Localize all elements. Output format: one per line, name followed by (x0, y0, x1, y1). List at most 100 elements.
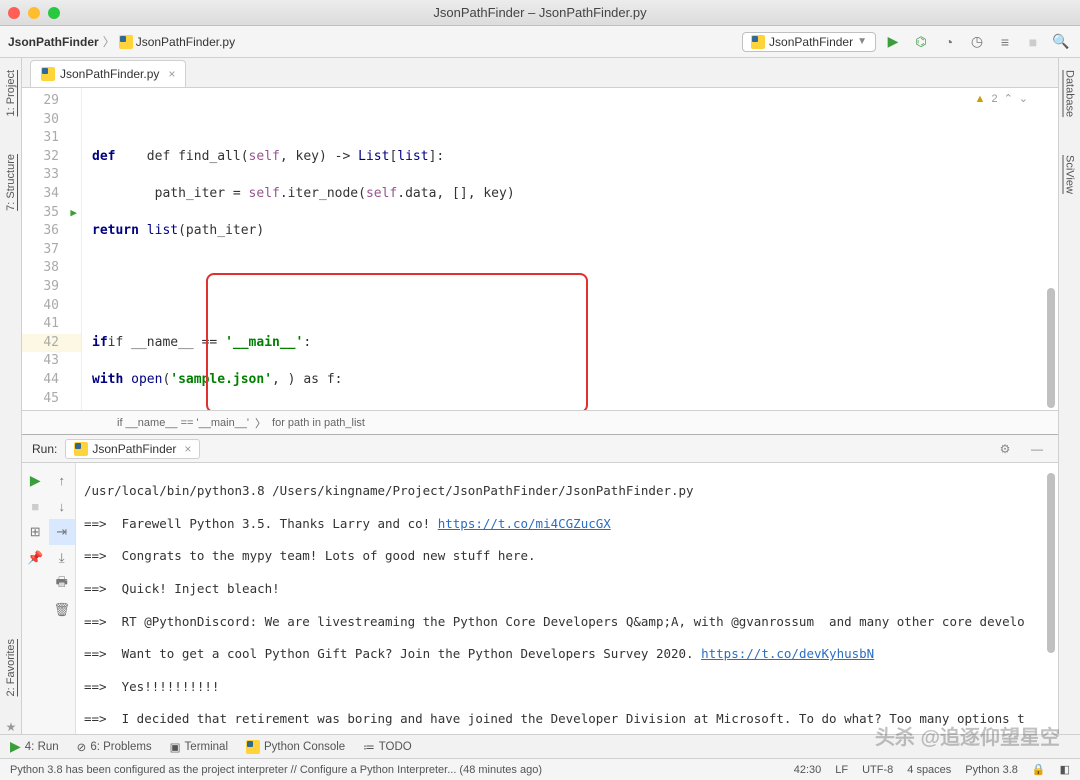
indent-setting[interactable]: 4 spaces (907, 764, 951, 776)
code-line: return list(path_iter) (92, 222, 1058, 241)
print-button[interactable]: 🖶 (49, 571, 76, 597)
status-bar: Python 3.8 has been configured as the pr… (0, 758, 1080, 780)
run-tool-window: Run: JsonPathFinder × ⚙ — ▶ (22, 434, 1058, 734)
maximize-icon[interactable] (48, 7, 60, 19)
up-button[interactable]: ↑ (49, 467, 76, 493)
rerun-button[interactable]: ▶ (22, 467, 49, 493)
search-button[interactable]: 🔍 (1050, 31, 1072, 53)
scroll-end-button[interactable]: ⤓ (49, 545, 76, 571)
code-line (92, 111, 1058, 130)
editor-bc-scope[interactable]: for path in path_list (272, 417, 365, 429)
cursor-position[interactable]: 42:30 (794, 764, 822, 776)
down-button[interactable]: ↓ (49, 493, 76, 519)
project-tool-tab[interactable]: 1: Project (3, 66, 19, 120)
console-scrollbar[interactable] (1046, 463, 1056, 734)
line-separator[interactable]: LF (835, 764, 848, 776)
coverage-icon: ◔ (945, 34, 953, 50)
python-interpreter[interactable]: Python 3.8 (965, 764, 1018, 776)
run-button[interactable]: ▶ (882, 31, 904, 53)
gear-icon[interactable]: ⚙ (994, 438, 1016, 460)
run-label: Run: (32, 442, 57, 456)
terminal-tool-button[interactable]: ▣Terminal (170, 740, 228, 754)
editor-scrollbar[interactable] (1046, 88, 1056, 410)
minimize-icon[interactable]: — (1026, 438, 1048, 460)
stop-button[interactable]: ■ (1022, 31, 1044, 53)
editor-tab-label: JsonPathFinder.py (60, 67, 159, 81)
window-titlebar: JsonPathFinder – JsonPathFinder.py (0, 0, 1080, 26)
output-link[interactable]: https://t.co/devKyhusbN (701, 646, 874, 661)
minimize-icon[interactable] (28, 7, 40, 19)
close-icon[interactable] (8, 7, 20, 19)
bug-icon: ⌬ (915, 34, 926, 50)
breadcrumb-sep-icon: 〉 (103, 33, 115, 50)
todo-tool-button[interactable]: ≔TODO (363, 740, 412, 754)
terminal-icon: ▣ (170, 740, 181, 754)
python-console-button[interactable]: Python Console (246, 740, 345, 754)
soft-wrap-button[interactable]: ⇥ (49, 519, 76, 545)
todo-icon: ≔ (363, 740, 375, 754)
python-icon (246, 740, 260, 754)
pin-button[interactable]: 📌 (22, 545, 49, 571)
output-line: ==> RT @PythonDiscord: We are livestream… (84, 614, 1050, 630)
file-encoding[interactable]: UTF-8 (862, 764, 893, 776)
search-icon: 🔍 (1052, 33, 1069, 50)
profile-icon: ◷ (971, 33, 983, 50)
play-icon: ▶ (10, 738, 21, 755)
run-tool-button[interactable]: ▶4: Run (10, 738, 59, 755)
breadcrumb-sep-icon: 〉 (255, 415, 266, 431)
tools-icon: ≡ (1001, 34, 1009, 50)
scroll-thumb[interactable] (1047, 288, 1055, 408)
play-icon: ▶ (30, 472, 41, 489)
structure-tool-tab[interactable]: 7: Structure (3, 150, 19, 215)
stop-icon: ■ (1029, 34, 1037, 50)
breadcrumb: JsonPathFinder 〉 JsonPathFinder.py (8, 33, 235, 50)
code-line: with open('sample.json', ) as f: (92, 371, 1058, 390)
warning-icon: ▲ (975, 93, 986, 105)
database-tool-tab[interactable]: Database (1062, 66, 1078, 121)
sciview-tool-tab[interactable]: SciView (1062, 151, 1078, 198)
status-message[interactable]: Python 3.8 has been configured as the pr… (10, 764, 542, 776)
chevron-up-icon[interactable]: ⌃ (1004, 92, 1013, 105)
run-toolbar: ▶ ↑ ■ ↓ ⊞ ⇥ 📌 ⤓ 🖶 🗑 (22, 463, 76, 734)
coverage-button[interactable]: ◔ (938, 31, 960, 53)
breadcrumb-project[interactable]: JsonPathFinder (8, 35, 99, 49)
main-toolbar: JsonPathFinder 〉 JsonPathFinder.py JsonP… (0, 26, 1080, 58)
profile-button[interactable]: ◷ (966, 31, 988, 53)
editor-breadcrumb: if __name__ == '__main__' 〉 for path in … (22, 410, 1058, 434)
code-area[interactable]: def def find_all(self, key) -> List[list… (82, 88, 1058, 410)
code-editor[interactable]: 29 30 31 32 33 34 35▶ 36 37 38 39 40 41 … (22, 88, 1058, 410)
problems-tool-button[interactable]: ⊘6: Problems (77, 740, 152, 754)
code-line: json_data = f.read() (92, 408, 1058, 410)
editor-bc-scope[interactable]: if __name__ == '__main__' (117, 417, 249, 429)
close-icon[interactable]: × (184, 442, 191, 456)
debug-button[interactable]: ⌬ (910, 31, 932, 53)
breadcrumb-file[interactable]: JsonPathFinder.py (119, 35, 235, 49)
run-config-selector[interactable]: JsonPathFinder ▼ (742, 32, 876, 52)
code-line: def def find_all(self, key) -> List[list… (92, 148, 1058, 167)
star-icon[interactable]: ★ (6, 720, 17, 734)
code-line (92, 259, 1058, 278)
layout-button[interactable]: ⊞ (22, 519, 49, 545)
close-icon[interactable]: × (168, 67, 175, 81)
run-config-label: JsonPathFinder (769, 35, 853, 49)
run-gutter-icon[interactable]: ▶ (70, 204, 77, 223)
editor-tab-file[interactable]: JsonPathFinder.py × (30, 60, 186, 87)
console-output[interactable]: /usr/local/bin/python3.8 /Users/kingname… (76, 463, 1058, 734)
chevron-down-icon[interactable]: ⌄ (1019, 92, 1028, 105)
code-line: path_iter = self.iter_node(self.data, []… (92, 185, 1058, 204)
tools-button[interactable]: ≡ (994, 31, 1016, 53)
output-line: ==> Congrats to the mypy team! Lots of g… (84, 548, 1050, 564)
stop-button[interactable]: ■ (22, 493, 49, 519)
python-icon (74, 442, 88, 456)
run-tab[interactable]: JsonPathFinder × (65, 439, 200, 459)
trash-button[interactable]: 🗑 (49, 597, 76, 623)
notifications-icon[interactable]: ◧ (1060, 763, 1070, 776)
scroll-thumb[interactable] (1047, 473, 1055, 653)
spacer (22, 597, 49, 623)
line-number-gutter: 29 30 31 32 33 34 35▶ 36 37 38 39 40 41 … (22, 88, 82, 410)
favorites-tool-tab[interactable]: 2: Favorites (3, 635, 19, 700)
output-line: /usr/local/bin/python3.8 /Users/kingname… (84, 483, 1050, 499)
lock-icon[interactable]: 🔒 (1032, 763, 1046, 776)
inspection-summary[interactable]: ▲ 2 ⌃ ⌄ (975, 92, 1028, 105)
output-link[interactable]: https://t.co/mi4CGZucGX (438, 516, 611, 531)
